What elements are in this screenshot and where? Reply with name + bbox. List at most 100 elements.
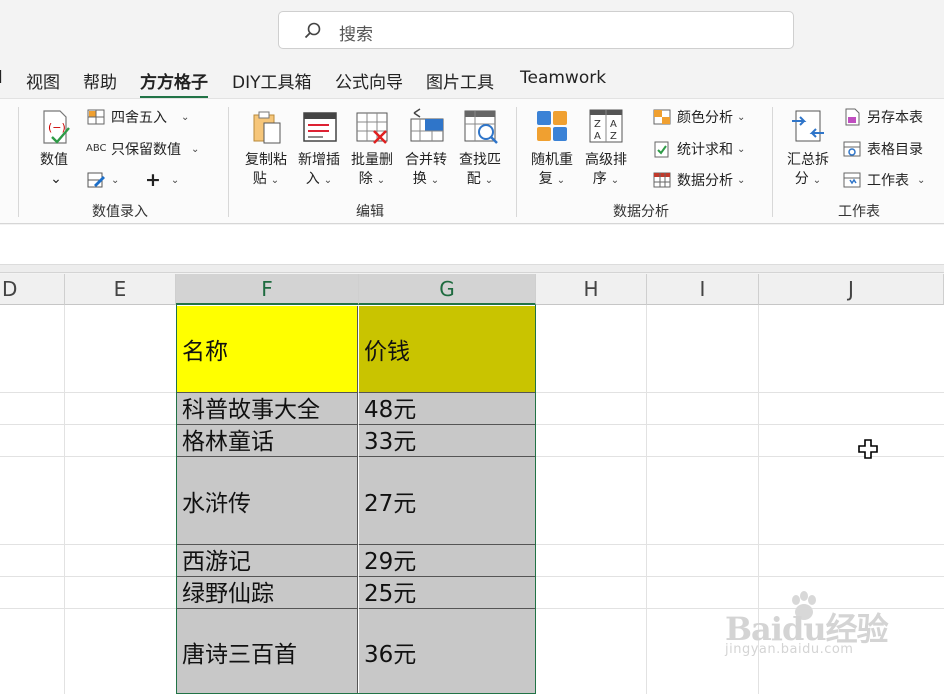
tab-picture-tools[interactable]: 图片工具 <box>426 68 494 93</box>
chevron-down-icon: ⌄ <box>484 175 494 186</box>
column-header-h[interactable]: H <box>536 274 647 305</box>
svg-text:Z: Z <box>610 131 617 142</box>
insert-row-icon <box>303 112 337 142</box>
chevron-down-icon: ⌄ <box>376 175 386 186</box>
save-sheet-button[interactable]: 另存本表 <box>842 105 923 129</box>
data-analysis-label: 数据分析 <box>677 173 733 189</box>
column-header-f[interactable]: F <box>176 274 359 305</box>
cell-cursor-icon <box>858 439 878 459</box>
add-insert-label: 新增插 <box>298 152 340 168</box>
find-match-label: 查找匹 <box>459 152 501 168</box>
chevron-down-icon: ⌄ <box>737 174 746 186</box>
chevron-down-icon: ⌄ <box>323 175 333 186</box>
advanced-sort-label-2: 序 <box>592 171 607 187</box>
color-analysis-button[interactable]: 颜色分析 ⌄ <box>652 105 745 129</box>
copy-paste-label-2: 贴 <box>252 171 267 187</box>
cell-price[interactable]: 27元 <box>359 456 535 544</box>
column-header-e[interactable]: E <box>65 274 176 305</box>
tab-fangfang[interactable]: 方方格子 <box>140 68 208 99</box>
advanced-sort-button[interactable]: Z A A Z 高级排 序 ⌄ <box>580 107 632 190</box>
abc-icon: ABC <box>86 143 107 154</box>
value-button[interactable]: (−) 数值 ⌄ <box>28 107 80 189</box>
worksheet-label: 工作表 <box>867 173 909 189</box>
merge-convert-button[interactable]: 合并转 换 ⌄ <box>400 107 452 190</box>
cell-name[interactable]: 绿野仙踪 <box>177 576 358 608</box>
tab-view[interactable]: 视图 <box>26 68 60 93</box>
data-analysis-button[interactable]: 数据分析 ⌄ <box>652 168 745 192</box>
cell-name[interactable]: 科普故事大全 <box>177 392 358 424</box>
edit-cell-button[interactable]: ⌄ <box>86 168 119 192</box>
chevron-down-icon: ⌄ <box>556 175 566 186</box>
chevron-down-icon: ⌄ <box>170 174 180 186</box>
save-doc-icon <box>845 108 860 126</box>
keep-value-label: 只保留数值 <box>111 142 181 158</box>
tab-teamwork[interactable]: Teamwork <box>520 68 606 88</box>
round-button[interactable]: 四舍五入 ⌄ <box>86 105 189 129</box>
save-sheet-label: 另存本表 <box>867 110 923 126</box>
search-placeholder: 搜索 <box>339 25 373 45</box>
grid-line <box>64 305 65 694</box>
tab-formula-wizard[interactable]: 公式向导 <box>335 68 403 93</box>
data-grid-icon <box>653 172 671 188</box>
svg-text:(−): (−) <box>48 121 66 134</box>
group-label-numeric: 数值录入 <box>92 204 148 220</box>
color-analysis-label: 颜色分析 <box>677 110 733 126</box>
random-repeat-button[interactable]: 随机重 复 ⌄ <box>526 107 578 190</box>
cell-price[interactable]: 25元 <box>359 576 535 608</box>
plus-icon: + <box>145 169 161 191</box>
find-match-label-2: 配 <box>466 171 481 187</box>
cell-price[interactable]: 48元 <box>359 392 535 424</box>
chevron-down-icon: ⌄ <box>610 175 620 186</box>
color-grid-icon <box>653 109 671 125</box>
batch-delete-button[interactable]: 批量删 除 ⌄ <box>346 107 398 190</box>
cell-price[interactable]: 29元 <box>359 544 535 576</box>
divider <box>0 265 944 273</box>
watermark-url: jingyan.baidu.com <box>725 642 854 657</box>
group-separator <box>772 107 773 217</box>
column-header-g[interactable]: G <box>359 274 536 305</box>
clipboard-icon <box>253 111 281 144</box>
find-match-button[interactable]: 查找匹 配 ⌄ <box>454 107 506 190</box>
add-insert-button[interactable]: 新增插 入 ⌄ <box>293 107 345 190</box>
add-button[interactable]: + ⌄ <box>145 168 179 192</box>
cell-header-price[interactable]: 价钱 <box>359 306 535 392</box>
cell-name[interactable]: 西游记 <box>177 544 358 576</box>
summary-split-label: 汇总拆 <box>787 152 829 168</box>
tab-help[interactable]: 帮助 <box>83 68 117 93</box>
tab-partial[interactable]: l <box>0 68 3 88</box>
copy-paste-label: 复制粘 <box>245 152 287 168</box>
column-header-d[interactable]: D <box>0 274 65 305</box>
copy-paste-button[interactable]: 复制粘 贴 ⌄ <box>240 107 292 190</box>
worksheet-button[interactable]: 工作表 ⌄ <box>842 168 925 192</box>
keep-value-button[interactable]: ABC 只保留数值 ⌄ <box>86 137 199 161</box>
chevron-down-icon: ⌄ <box>181 111 190 123</box>
chevron-down-icon: ⌄ <box>737 143 746 155</box>
watermark: Baidu经验 jingyan.baidu.com <box>725 590 895 660</box>
cell-name[interactable]: 格林童话 <box>177 424 358 456</box>
group-separator <box>516 107 517 217</box>
chevron-down-icon: ⌄ <box>917 174 926 186</box>
advanced-sort-label: 高级排 <box>585 152 627 168</box>
cell-name[interactable]: 水浒传 <box>177 456 358 544</box>
tab-diy-toolbox[interactable]: DIY工具箱 <box>232 68 312 93</box>
link-grid-icon <box>843 141 861 157</box>
column-header-i[interactable]: I <box>647 274 759 305</box>
group-label-sheet: 工作表 <box>838 204 880 220</box>
cell-name[interactable]: 唐诗三百首 <box>177 608 358 694</box>
search-box[interactable]: 搜索 <box>278 11 794 49</box>
formula-bar[interactable] <box>0 225 944 265</box>
value-label: 数值 <box>40 152 68 168</box>
cell-price[interactable]: 33元 <box>359 424 535 456</box>
cell-header-name[interactable]: 名称 <box>177 306 358 392</box>
grid-line <box>646 305 647 694</box>
cell-price[interactable]: 36元 <box>359 608 535 694</box>
add-insert-label-2: 入 <box>305 171 320 187</box>
sheet-catalog-button[interactable]: 表格目录 <box>842 137 923 161</box>
stats-sum-button[interactable]: 统计求和 ⌄ <box>652 137 745 161</box>
summary-split-button[interactable]: 汇总拆 分 ⌄ <box>782 107 834 190</box>
ribbon-tabs: l 视图 帮助 方方格子 DIY工具箱 公式向导 图片工具 Teamwork <box>0 60 944 99</box>
column-header-j[interactable]: J <box>759 274 944 305</box>
chevron-down-icon: ⌄ <box>812 175 822 186</box>
title-bar: 搜索 <box>0 0 944 60</box>
chevron-down-icon: ⌄ <box>737 111 746 123</box>
